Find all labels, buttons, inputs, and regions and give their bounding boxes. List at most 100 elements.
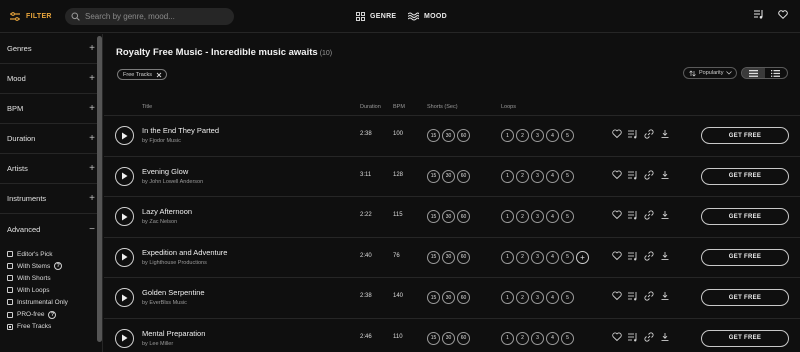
checkbox[interactable]: [7, 299, 13, 306]
loop-button[interactable]: 1: [501, 291, 514, 304]
loop-button[interactable]: 1: [501, 250, 514, 264]
loop-button[interactable]: 3: [531, 210, 544, 223]
short-button[interactable]: 15: [427, 169, 440, 183]
loop-button[interactable]: 2: [516, 331, 529, 345]
short-button[interactable]: 15: [427, 210, 440, 223]
download-icon[interactable]: [660, 169, 670, 181]
download-icon[interactable]: [660, 128, 670, 140]
sidebar-section-instruments[interactable]: Instruments +: [0, 184, 102, 214]
short-button[interactable]: 60: [457, 210, 470, 223]
advanced-option[interactable]: Free Tracks: [7, 321, 95, 333]
get-free-button[interactable]: GET FREE: [701, 127, 789, 144]
play-button[interactable]: [115, 166, 134, 186]
link-icon[interactable]: [644, 331, 654, 343]
loop-button[interactable]: 5: [561, 129, 574, 142]
get-free-button[interactable]: GET FREE: [701, 329, 789, 347]
search-bar[interactable]: [65, 8, 234, 25]
loop-button[interactable]: 2: [516, 210, 529, 223]
checkbox[interactable]: [7, 311, 13, 318]
get-free-button[interactable]: GET FREE: [701, 208, 789, 225]
checkbox[interactable]: [7, 263, 13, 270]
heart-icon[interactable]: [612, 290, 622, 302]
add-to-playlist-icon[interactable]: [628, 331, 638, 343]
short-button[interactable]: 60: [457, 291, 470, 304]
loop-button[interactable]: 4: [546, 210, 559, 223]
loop-button[interactable]: 1: [501, 210, 514, 223]
short-button[interactable]: 60: [457, 250, 470, 264]
loop-button[interactable]: 1: [501, 331, 514, 345]
loop-button[interactable]: 5: [561, 210, 574, 223]
more-loops-button[interactable]: +: [576, 250, 589, 264]
help-icon[interactable]: ?: [54, 262, 63, 271]
add-to-playlist-icon[interactable]: [628, 290, 638, 302]
add-to-playlist-icon[interactable]: [628, 250, 638, 262]
advanced-option[interactable]: Instrumental Only: [7, 296, 95, 308]
download-icon[interactable]: [660, 250, 670, 262]
add-to-playlist-icon[interactable]: [628, 169, 638, 181]
short-button[interactable]: 15: [427, 250, 440, 264]
short-button[interactable]: 15: [427, 129, 440, 142]
download-icon[interactable]: [660, 290, 670, 302]
link-icon[interactable]: [644, 209, 654, 221]
heart-icon[interactable]: [612, 209, 622, 221]
play-button[interactable]: [115, 247, 134, 267]
sidebar-section-duration[interactable]: Duration +: [0, 124, 102, 154]
short-button[interactable]: 30: [442, 331, 455, 345]
filter-button[interactable]: FILTER: [10, 9, 52, 24]
track-title[interactable]: Mental Preparation: [142, 329, 205, 338]
get-free-button[interactable]: GET FREE: [701, 167, 789, 185]
advanced-option[interactable]: With Shorts: [7, 272, 95, 284]
play-button[interactable]: [115, 328, 134, 348]
short-button[interactable]: 15: [427, 331, 440, 345]
advanced-option[interactable]: Editor's Pick: [7, 248, 95, 260]
sidebar-scrollbar[interactable]: [97, 36, 102, 342]
heart-icon[interactable]: [612, 169, 622, 181]
nav-mood[interactable]: MOOD: [408, 10, 447, 23]
sort-dropdown[interactable]: Popularity: [683, 67, 737, 79]
short-button[interactable]: 30: [442, 291, 455, 304]
sidebar-section-mood[interactable]: Mood +: [0, 64, 102, 94]
sidebar-section-bpm[interactable]: BPM +: [0, 94, 102, 124]
compact-view-button[interactable]: [742, 68, 765, 78]
track-artist[interactable]: by Lighthouse Productions: [142, 260, 207, 266]
short-button[interactable]: 30: [442, 250, 455, 264]
heart-icon[interactable]: [612, 128, 622, 140]
track-artist[interactable]: by John Lowell Anderson: [142, 179, 203, 185]
checkbox[interactable]: [7, 251, 13, 258]
loop-button[interactable]: 2: [516, 291, 529, 304]
advanced-option[interactable]: PRO-free?: [7, 308, 95, 320]
loop-button[interactable]: 4: [546, 169, 559, 183]
heart-icon[interactable]: [778, 9, 788, 19]
short-button[interactable]: 30: [442, 210, 455, 223]
short-button[interactable]: 30: [442, 129, 455, 142]
heart-icon[interactable]: [612, 331, 622, 343]
download-icon[interactable]: [660, 209, 670, 221]
loop-button[interactable]: 3: [531, 250, 544, 264]
loop-button[interactable]: 2: [516, 129, 529, 142]
play-button[interactable]: [115, 288, 134, 307]
short-button[interactable]: 60: [457, 169, 470, 183]
nav-genre[interactable]: GENRE: [356, 10, 396, 23]
play-button[interactable]: [115, 207, 134, 226]
advanced-option[interactable]: With Stems?: [7, 260, 95, 272]
sidebar-section-artists[interactable]: Artists +: [0, 154, 102, 184]
short-button[interactable]: 60: [457, 129, 470, 142]
help-icon[interactable]: ?: [48, 310, 57, 319]
short-button[interactable]: 30: [442, 169, 455, 183]
loop-button[interactable]: 4: [546, 331, 559, 345]
active-filter-chip[interactable]: Free Tracks: [117, 69, 168, 80]
download-icon[interactable]: [660, 331, 670, 343]
track-artist[interactable]: by Fjodor Music: [142, 138, 181, 144]
loop-button[interactable]: 5: [561, 169, 574, 183]
advanced-option[interactable]: With Loops: [7, 284, 95, 296]
short-button[interactable]: 60: [457, 331, 470, 345]
short-button[interactable]: 15: [427, 291, 440, 304]
get-free-button[interactable]: GET FREE: [701, 289, 789, 306]
detailed-view-button[interactable]: [765, 68, 788, 78]
loop-button[interactable]: 5: [561, 291, 574, 304]
link-icon[interactable]: [644, 128, 654, 140]
link-icon[interactable]: [644, 290, 654, 302]
loop-button[interactable]: 3: [531, 129, 544, 142]
checkbox[interactable]: [7, 323, 13, 330]
track-title[interactable]: Lazy Afternoon: [142, 207, 192, 216]
